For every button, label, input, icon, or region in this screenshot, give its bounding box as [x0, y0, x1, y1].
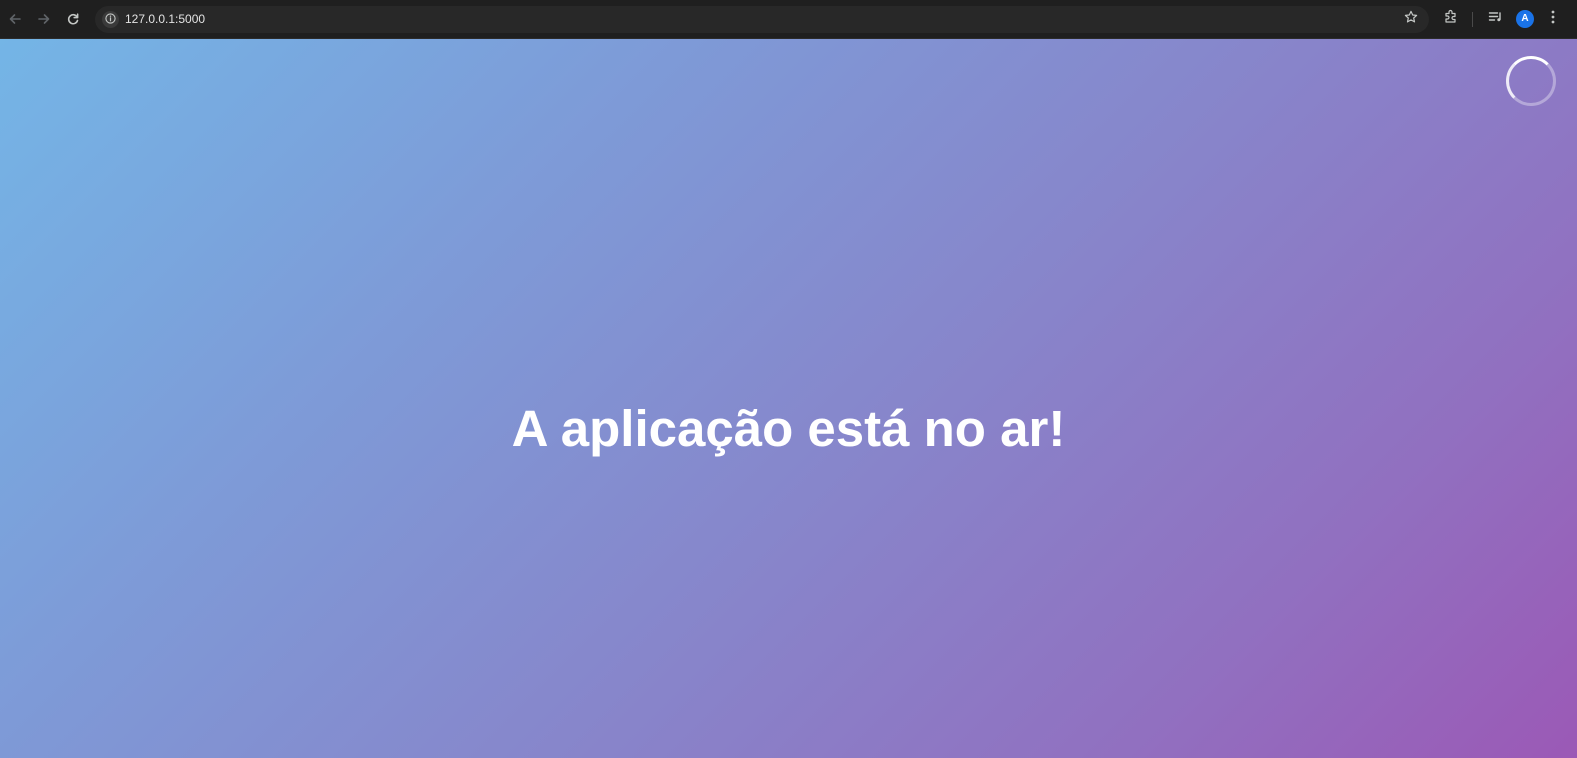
back-button[interactable] [4, 8, 26, 30]
address-bar[interactable]: 127.0.0.1:5000 [95, 6, 1429, 33]
page-headline: A aplicação está no ar! [511, 400, 1066, 457]
playlist-icon [1488, 9, 1503, 29]
arrow-right-icon [37, 12, 51, 26]
extensions-button[interactable] [1441, 9, 1461, 29]
browser-toolbar: 127.0.0.1:5000 A [0, 0, 1577, 39]
reload-button[interactable] [62, 8, 84, 30]
puzzle-icon [1444, 9, 1459, 29]
forward-button[interactable] [33, 8, 55, 30]
media-controls-button[interactable] [1485, 9, 1505, 29]
profile-avatar[interactable]: A [1516, 10, 1534, 28]
site-info-button[interactable] [102, 11, 119, 28]
page-content: A aplicação está no ar! [0, 39, 1577, 758]
browser-menu-button[interactable] [1543, 9, 1563, 29]
star-icon [1404, 10, 1418, 29]
arrow-left-icon [8, 12, 22, 26]
url-text[interactable]: 127.0.0.1:5000 [125, 12, 205, 27]
spinner-icon [1506, 56, 1556, 106]
reload-icon [66, 12, 80, 26]
toolbar-divider [1472, 12, 1473, 27]
info-icon [105, 11, 116, 29]
kebab-menu-icon [1551, 10, 1555, 29]
bookmark-button[interactable] [1402, 10, 1419, 29]
